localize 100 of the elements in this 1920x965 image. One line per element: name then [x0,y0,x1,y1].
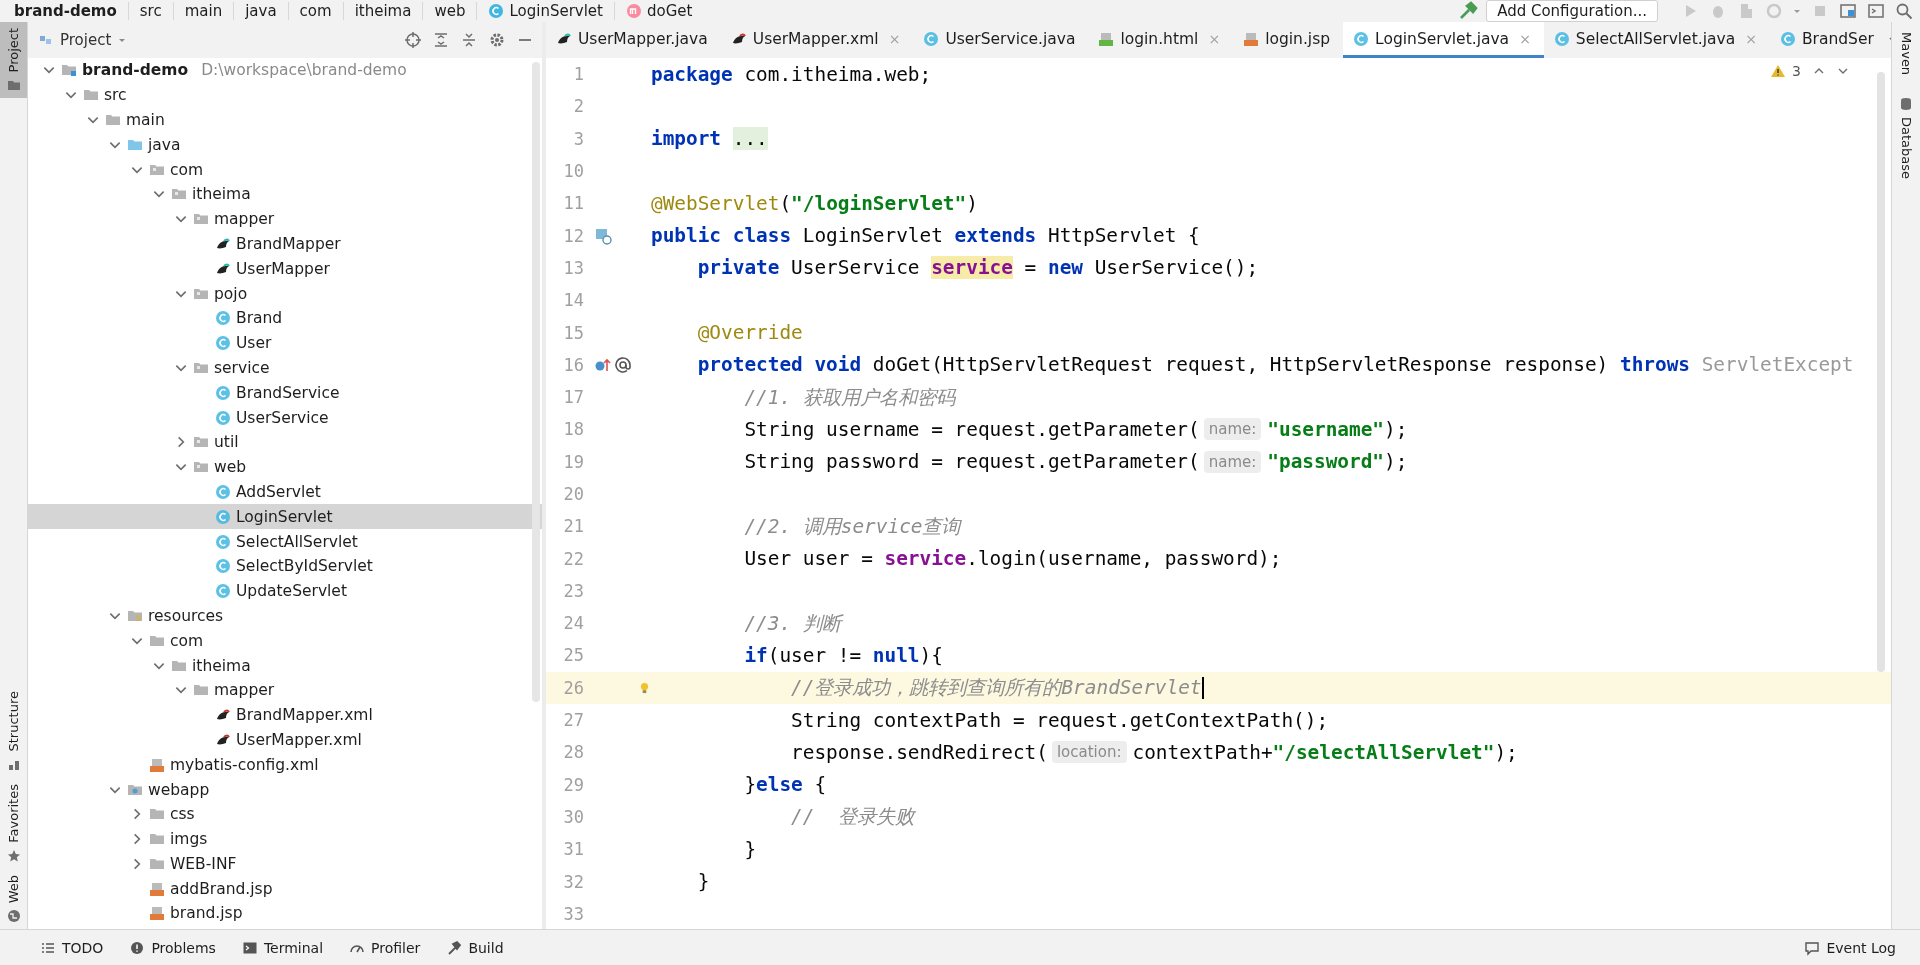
tree-item[interactable]: java [28,132,542,158]
inspection-widget[interactable]: 3 [1770,63,1849,79]
editor-tab[interactable]: SelectAllServlet.java × [1543,22,1770,58]
breadcrumb-item[interactable]: web [423,2,478,20]
tree-item[interactable]: UserService [28,405,542,430]
tree-item[interactable]: BrandMapper [28,231,542,257]
editor-tab[interactable]: login.html × [1088,22,1234,58]
tree-item[interactable]: SelectAllServlet [28,529,542,554]
breadcrumb-item[interactable]: doGet [614,2,704,20]
implemented-icon[interactable] [594,226,612,245]
class-icon [215,583,231,600]
tree-item[interactable]: brand-demo D:\workspace\brand-demo [28,58,542,83]
tree-item[interactable]: mybatis-config.xml [28,752,542,778]
tree-item[interactable]: Brand [28,305,542,331]
tool-window-button[interactable]: Structure [0,685,27,778]
tree-item[interactable]: BrandService [28,380,542,406]
tool-window-button[interactable]: Terminal [231,939,334,956]
breadcrumb-item[interactable]: com [288,2,344,20]
window-icon[interactable] [1866,1,1886,21]
tool-window-button[interactable]: Favorites [0,777,27,869]
globe-icon [6,909,21,923]
breadcrumb-item[interactable]: java [234,2,289,20]
tree-item[interactable]: util [28,429,542,455]
annotation: @Override [696,321,803,344]
tree-item[interactable]: com [28,157,542,182]
tree-item[interactable]: SelectByIdServlet [28,553,542,579]
breadcrumb-item[interactable]: LoginServlet [477,2,615,20]
editor-tab[interactable]: BrandSer [1769,22,1887,58]
tool-window-button[interactable]: Project [0,22,27,99]
line-number: 25 [562,645,584,666]
breadcrumb-item[interactable]: main [173,2,235,20]
run-configuration-button[interactable]: Add Configuration... [1486,0,1658,22]
expand-all-icon[interactable] [432,31,450,49]
tree-item[interactable]: imgs [28,826,542,852]
tree-item[interactable]: UserMapper [28,256,542,282]
editor-tab[interactable]: UserMapper.java [546,22,721,58]
locate-icon[interactable] [404,31,422,49]
breadcrumb-item[interactable]: brand-demo [12,2,129,20]
class-icon [215,558,231,575]
tree-item[interactable]: UpdateServlet [28,578,542,604]
editor-tab[interactable]: UserService.java [913,22,1089,58]
event-log-button[interactable]: Event Log [1794,939,1906,956]
editor-tab[interactable]: UserMapper.xml × [720,22,914,58]
tree-item[interactable]: brand.jsp [28,901,542,926]
tree-item[interactable]: webapp [28,777,542,802]
star-icon [6,848,21,863]
tree-item[interactable]: pojo [28,281,542,306]
tool-window-button[interactable]: Web [0,868,27,929]
project-structure-icon[interactable] [1838,1,1858,21]
tool-window-button[interactable]: Problems [119,939,226,956]
warning-icon [1770,63,1787,79]
breadcrumb-item[interactable]: itheima [343,2,424,20]
tree-item[interactable]: itheima [28,182,542,207]
editor-tab[interactable]: login.jsp [1233,22,1344,58]
tree-item[interactable]: service [28,355,542,381]
tree-item[interactable]: BrandMapper.xml [28,702,542,728]
keyword: public class [651,224,792,248]
tree-item[interactable]: com [28,628,542,654]
tree-item[interactable]: UserMapper.xml [28,727,542,753]
tree-item[interactable]: User [28,330,542,356]
tree-item[interactable]: main [28,107,542,133]
line-number: 30 [562,806,584,827]
settings-icon[interactable] [488,31,506,49]
tree-item[interactable]: web [28,454,542,480]
tree-item[interactable]: itheima [28,653,542,678]
tree-item[interactable]: resources [28,603,542,629]
scrollbar[interactable] [532,62,540,702]
parameter-hint: name: [1203,450,1262,473]
tree-item[interactable]: css [28,801,542,827]
project-view-selector[interactable]: Project [38,31,128,49]
keyword: else [756,773,803,797]
code-text: String username = request.getParameter( [743,417,1200,441]
tree-item[interactable]: addBrand.jsp [28,876,542,902]
line-number: 19 [562,451,584,472]
class-icon [1353,30,1370,47]
tool-window-button[interactable]: Maven [1898,32,1914,76]
editor-tab[interactable]: LoginServlet.java × [1343,22,1544,58]
tree-item[interactable]: LoginServlet [28,504,542,530]
tree-item[interactable]: src [28,82,542,108]
line-number: 1 [572,64,584,85]
tool-window-button[interactable]: TODO [30,939,114,956]
string-literal: "username" [1267,417,1385,441]
tool-window-button[interactable]: Profiler [339,939,431,956]
collapse-all-icon[interactable] [460,31,478,49]
line-number: 23 [562,580,584,601]
tree-item[interactable]: mapper [28,677,542,703]
keyword: protected void [696,353,862,377]
code-text: contextPath+ [1132,740,1273,764]
annotation-icon[interactable] [614,355,632,374]
tree-item[interactable]: mapper [28,206,542,232]
tool-window-button[interactable]: Database [1898,97,1914,180]
hammer-icon[interactable] [1458,1,1479,21]
breadcrumb-item[interactable]: src [128,2,174,20]
scrollbar[interactable] [1877,72,1885,672]
tree-item[interactable]: AddServlet [28,479,542,505]
tool-window-button[interactable]: Build [436,939,514,956]
search-icon[interactable] [1894,1,1914,21]
tree-item[interactable]: WEB-INF [28,851,542,877]
keyword: private [696,256,780,280]
code-text: HttpServlet { [1046,224,1200,248]
